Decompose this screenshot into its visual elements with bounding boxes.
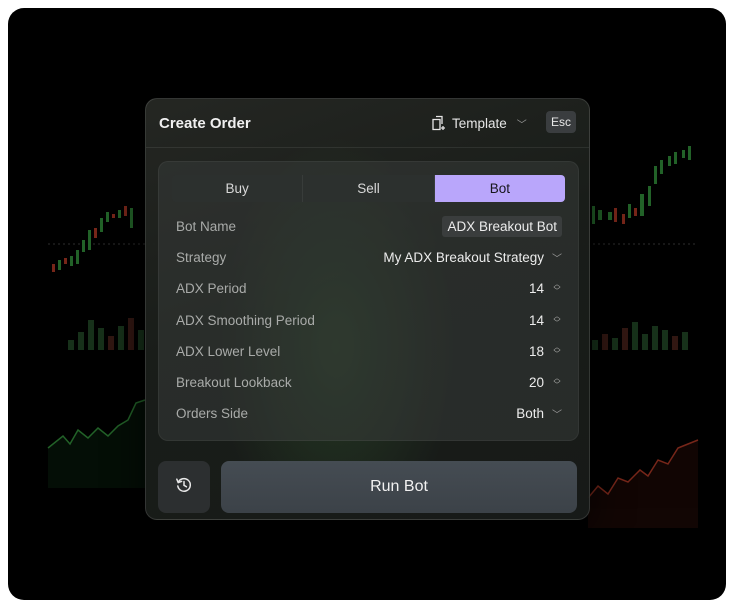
breakout-lookback-label: Breakout Lookback	[176, 374, 292, 390]
adx-period-value: 14	[528, 280, 544, 296]
adx-period-row: ADX Period 14 ︿ ﹀	[176, 276, 562, 300]
adx-period-stepper[interactable]: 14 ︿ ﹀	[529, 281, 562, 296]
strategy-value: My ADX Breakout Strategy	[383, 249, 544, 265]
template-icon	[430, 115, 446, 131]
adx-lower-level-stepper[interactable]: 18 ︿ ﹀	[529, 344, 562, 359]
create-order-modal: Create Order Template ﹀ Esc Buy Sell Bot	[145, 98, 590, 520]
adx-lower-level-label: ADX Lower Level	[176, 343, 281, 359]
chevron-down-icon: ﹀	[552, 409, 562, 421]
order-form-panel: Buy Sell Bot Bot Name ADX Breakout Bot S…	[158, 161, 579, 441]
order-type-tabs: Buy Sell Bot	[172, 175, 565, 202]
history-button[interactable]	[158, 461, 210, 513]
stepper-icon[interactable]: ︿ ﹀	[552, 281, 562, 295]
tab-bot[interactable]: Bot	[434, 175, 565, 202]
stepper-icon[interactable]: ︿ ﹀	[552, 375, 562, 389]
strategy-select[interactable]: My ADX Breakout Strategy ﹀	[383, 250, 562, 265]
orders-side-value: Both	[516, 405, 544, 421]
adx-smoothing-period-value: 14	[528, 312, 544, 328]
breakout-lookback-stepper[interactable]: 20 ︿ ﹀	[529, 375, 562, 390]
strategy-row: Strategy My ADX Breakout Strategy ﹀	[176, 245, 562, 269]
stepper-icon[interactable]: ︿ ﹀	[552, 313, 562, 327]
orders-side-row: Orders Side Both ﹀	[176, 401, 562, 425]
left-candles	[52, 206, 133, 272]
tab-buy[interactable]: Buy	[172, 175, 304, 202]
bot-name-label: Bot Name	[176, 218, 237, 234]
template-label: Template	[452, 115, 507, 131]
breakout-lookback-row: Breakout Lookback 20 ︿ ﹀	[176, 370, 562, 394]
stepper-icon[interactable]: ︿ ﹀	[552, 344, 562, 358]
run-bot-button[interactable]: Run Bot	[221, 461, 577, 513]
history-icon	[175, 476, 193, 499]
right-candles	[592, 146, 691, 224]
bot-name-input[interactable]: ADX Breakout Bot	[442, 215, 562, 237]
modal-header: Create Order Template ﹀ Esc	[146, 99, 589, 148]
adx-smoothing-period-stepper[interactable]: 14 ︿ ﹀	[529, 313, 562, 328]
orders-side-select[interactable]: Both ﹀	[516, 406, 562, 421]
orders-side-label: Orders Side	[176, 405, 249, 421]
adx-smoothing-period-row: ADX Smoothing Period 14 ︿ ﹀	[176, 308, 562, 332]
template-button[interactable]: Template ﹀	[430, 112, 527, 134]
chevron-down-icon: ﹀	[516, 119, 527, 131]
left-volume	[68, 318, 144, 350]
breakout-lookback-value: 20	[528, 374, 544, 390]
adx-lower-level-row: ADX Lower Level 18 ︿ ﹀	[176, 339, 562, 363]
chevron-down-icon: ﹀	[552, 253, 562, 265]
adx-lower-level-value: 18	[528, 343, 544, 359]
bot-name-row: Bot Name ADX Breakout Bot	[176, 214, 562, 238]
adx-period-label: ADX Period	[176, 280, 247, 296]
tab-sell[interactable]: Sell	[303, 175, 435, 202]
app-frame: Create Order Template ﹀ Esc Buy Sell Bot	[8, 8, 726, 600]
strategy-label: Strategy	[176, 249, 227, 265]
adx-smoothing-period-label: ADX Smoothing Period	[176, 312, 315, 328]
esc-button[interactable]: Esc	[546, 111, 576, 133]
modal-title: Create Order	[159, 115, 251, 132]
right-volume	[592, 322, 688, 350]
